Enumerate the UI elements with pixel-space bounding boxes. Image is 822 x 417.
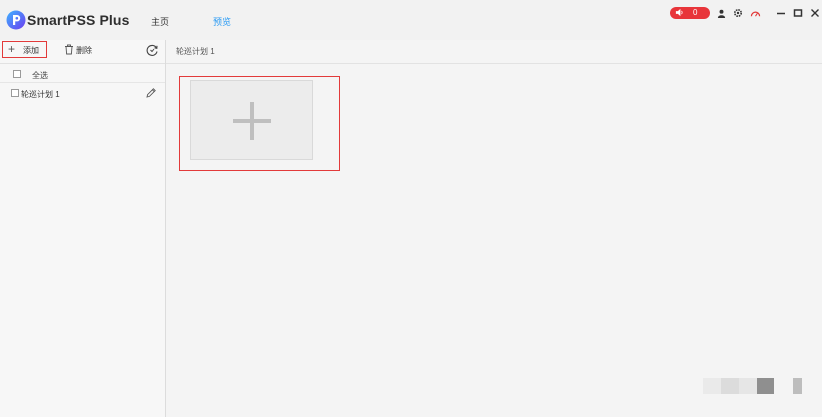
divider <box>0 63 165 64</box>
alarm-indicator[interactable]: 0 <box>670 7 710 19</box>
refresh-icon[interactable] <box>145 43 159 57</box>
add-button[interactable]: + 添加 <box>2 41 47 58</box>
divider <box>166 63 822 64</box>
list-item[interactable]: 轮巡计划 1 <box>21 89 60 100</box>
speaker-icon <box>675 8 684 21</box>
pencil-icon[interactable] <box>145 86 157 98</box>
add-button-label: 添加 <box>23 46 39 55</box>
watermark-block <box>757 378 774 394</box>
plan-checkbox[interactable] <box>11 89 19 97</box>
app-title: SmartPSS Plus <box>27 12 130 28</box>
app-logo-icon <box>6 10 26 30</box>
tab-preview[interactable]: 预览 <box>213 15 231 28</box>
plus-icon: + <box>8 42 16 56</box>
select-all-checkbox[interactable] <box>13 70 21 78</box>
trash-icon <box>64 44 74 57</box>
page-title: 轮巡计划 1 <box>176 47 215 56</box>
watermark-block <box>721 378 739 394</box>
user-icon[interactable] <box>714 6 728 20</box>
close-icon[interactable] <box>808 6 822 20</box>
add-channel-button[interactable] <box>190 80 313 160</box>
alarm-count: 0 <box>693 8 698 17</box>
delete-button-label: 删除 <box>76 46 92 55</box>
minimize-icon[interactable] <box>774 6 788 20</box>
watermark-block <box>793 378 802 394</box>
gear-icon[interactable] <box>731 6 745 20</box>
watermark-block <box>703 378 721 394</box>
select-all-label: 全选 <box>32 71 48 80</box>
speed-gauge-icon[interactable] <box>748 6 762 20</box>
divider <box>0 82 165 83</box>
watermark-block <box>739 378 757 394</box>
maximize-icon[interactable] <box>791 6 805 20</box>
tab-home[interactable]: 主页 <box>151 15 169 28</box>
delete-button[interactable]: 删除 <box>62 43 102 57</box>
